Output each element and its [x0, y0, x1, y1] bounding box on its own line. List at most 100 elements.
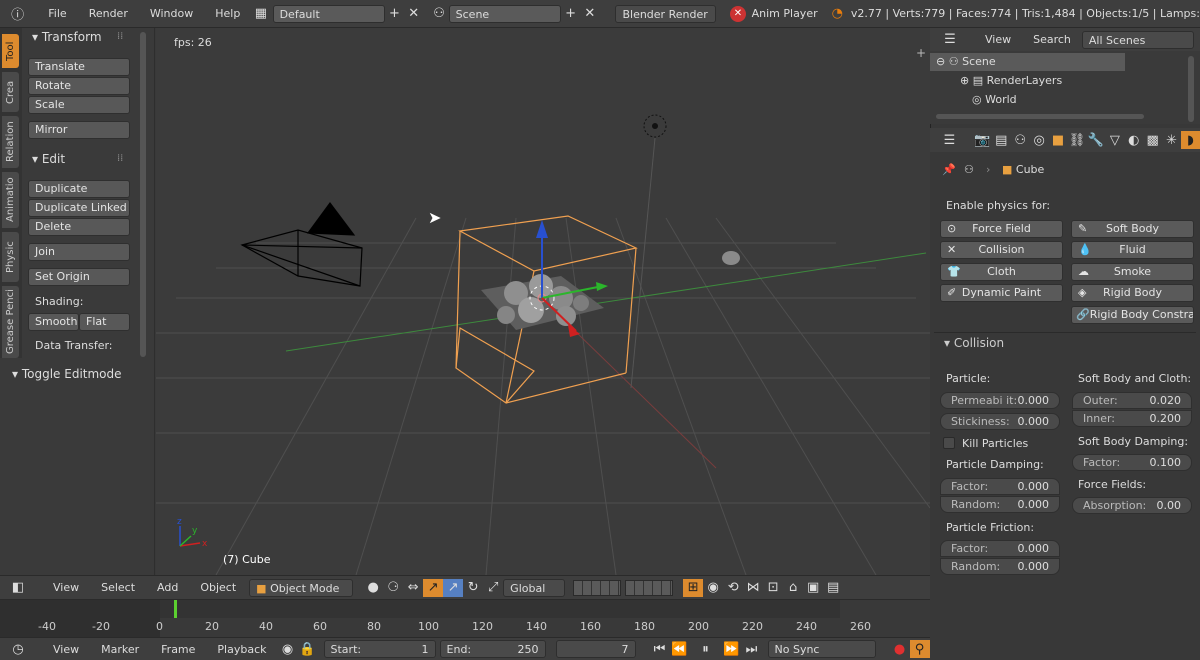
join-button[interactable]: Join: [28, 243, 130, 261]
jump-keyframe-back-icon[interactable]: ⏪: [670, 640, 690, 658]
timeline-editor-icon[interactable]: ◷: [8, 640, 28, 658]
translate-button[interactable]: Translate: [28, 58, 130, 76]
menu-frame[interactable]: Frame: [150, 643, 206, 656]
duplicate-button[interactable]: Duplicate: [28, 180, 130, 198]
arrow-manipulator-icon[interactable]: ↗: [443, 578, 464, 597]
scene-tab-icon[interactable]: ⚇: [1011, 131, 1030, 149]
sync-dropdown[interactable]: No Sync: [767, 640, 876, 658]
absorption-field[interactable]: Absorption: 0.00: [1072, 497, 1192, 514]
dynamic-paint-button[interactable]: ✐ Dynamic Paint: [940, 284, 1063, 302]
collision-panel-header[interactable]: ▾ Collision: [944, 336, 1004, 350]
3d-viewport[interactable]: z y x fps: 26 (7) Cube ➤ +: [156, 28, 930, 575]
tab-grease-pencil[interactable]: Grease Penci: [2, 286, 19, 358]
toggle-editmode-header[interactable]: ▾ Toggle Editmode: [12, 367, 122, 381]
outliner-row-scene[interactable]: ⊖ ⚇ Scene: [930, 53, 1125, 71]
pause-icon[interactable]: ⏸: [696, 640, 716, 658]
sb-damping-factor-field[interactable]: Factor: 0.100: [1072, 454, 1192, 471]
render-layers-tab-icon[interactable]: ▤: [992, 131, 1011, 149]
stop-anim-icon[interactable]: ✕: [730, 5, 746, 22]
menu-help[interactable]: Help: [204, 7, 251, 20]
data-tab-icon[interactable]: ▽: [1105, 131, 1124, 149]
layers-grid[interactable]: [573, 579, 622, 596]
add-region-icon[interactable]: +: [916, 46, 926, 60]
cloth-button[interactable]: 👕 Cloth: [940, 263, 1063, 281]
outliner-hscrollbar[interactable]: [936, 114, 1144, 119]
sphere-object[interactable]: [722, 251, 740, 265]
scale-button[interactable]: Scale: [28, 96, 130, 114]
outliner-scrollbar[interactable]: [1188, 56, 1194, 122]
damping-factor-field[interactable]: Factor: 0.000: [940, 478, 1060, 495]
pin-icon[interactable]: 📌: [942, 163, 956, 176]
add-layout-icon[interactable]: +: [385, 5, 404, 23]
tab-tool[interactable]: Tool: [2, 34, 19, 68]
smoke-button[interactable]: ☁ Smoke: [1071, 263, 1194, 281]
tab-relation[interactable]: Relation: [2, 116, 19, 168]
orientation-dropdown[interactable]: Global: [503, 578, 566, 597]
outliner-row-renderlayers[interactable]: ⊕ ▤ RenderLayers: [930, 72, 1185, 90]
outer-field[interactable]: Outer: 0.020: [1072, 392, 1192, 409]
keying-icon[interactable]: ⚲: [909, 640, 930, 658]
outliner-row-world[interactable]: ◎ World: [930, 91, 1185, 109]
menu-marker[interactable]: Marker: [90, 643, 150, 656]
tool-shelf-scrollbar[interactable]: [140, 32, 146, 357]
menu-playback[interactable]: Playback: [206, 643, 277, 656]
friction-factor-field[interactable]: Factor: 0.000: [940, 540, 1060, 557]
menu-view[interactable]: View: [42, 643, 90, 656]
start-frame-field[interactable]: Start: 1: [323, 640, 436, 658]
set-origin-dropdown[interactable]: Set Origin: [28, 268, 130, 286]
material-tab-icon[interactable]: ◐: [1124, 131, 1143, 149]
stickiness-field[interactable]: Stickiness: 0.000: [940, 413, 1060, 430]
drag-grip-icon[interactable]: ⁞⁞: [117, 153, 123, 164]
opengl-anim-icon[interactable]: ▤: [823, 579, 843, 597]
lock-icon[interactable]: 🔒: [298, 640, 318, 658]
rotate-manipulator-icon[interactable]: ↻: [463, 579, 483, 597]
friction-random-field[interactable]: Random: 0.000: [940, 558, 1060, 575]
info-icon[interactable]: ⓘ: [8, 5, 27, 23]
damping-random-field[interactable]: Random: 0.000: [940, 496, 1060, 513]
particles-tab-icon[interactable]: ✳: [1162, 131, 1181, 149]
tab-create[interactable]: Crea: [2, 72, 19, 112]
end-frame-field[interactable]: End: 250: [439, 640, 546, 658]
permeability-field[interactable]: Permeabi it: 0.000: [940, 392, 1060, 409]
remove-layout-icon[interactable]: ✕: [404, 5, 423, 23]
inner-field[interactable]: Inner: 0.200: [1072, 410, 1192, 427]
force-field-button[interactable]: ⊙ Force Field: [940, 220, 1063, 238]
render-tab-icon[interactable]: 📷: [973, 131, 992, 149]
current-frame-field[interactable]: 7: [555, 640, 636, 658]
mirror-button[interactable]: Mirror: [28, 121, 130, 139]
fluid-button[interactable]: 💧 Fluid: [1071, 241, 1194, 259]
editor-type-icon[interactable]: ◧: [8, 579, 28, 597]
delete-button[interactable]: Delete: [28, 218, 130, 236]
snap-target-icon[interactable]: ⊡: [763, 579, 783, 597]
camera-object[interactable]: [240, 201, 363, 287]
remove-scene-icon[interactable]: ✕: [580, 5, 599, 23]
display-mode-dropdown[interactable]: All Scenes: [1081, 30, 1194, 49]
tab-animation[interactable]: Animatio: [2, 172, 19, 228]
scale-manipulator-icon[interactable]: ⤢: [483, 579, 503, 597]
menu-view[interactable]: View: [42, 581, 90, 594]
menu-render[interactable]: Render: [78, 7, 139, 20]
world-tab-icon[interactable]: ◎: [1030, 131, 1049, 149]
texture-tab-icon[interactable]: ▩: [1143, 131, 1162, 149]
lock-layers-icon[interactable]: ⊞: [683, 578, 704, 597]
soft-body-button[interactable]: ✎ Soft Body: [1071, 220, 1194, 238]
duplicate-linked-button[interactable]: Duplicate Linked: [28, 199, 130, 217]
opengl-render-icon[interactable]: ▣: [803, 579, 823, 597]
tab-physics[interactable]: Physic: [2, 232, 19, 282]
pivot-point-icon[interactable]: ⚆: [383, 579, 403, 597]
rigid-body-constraint-button[interactable]: 🔗Rigid Body Constrai...: [1071, 306, 1194, 324]
screen-layout-icon[interactable]: ▦: [251, 5, 270, 23]
menu-window[interactable]: Window: [139, 7, 204, 20]
menu-search[interactable]: Search: [1022, 33, 1082, 46]
render-engine-dropdown[interactable]: Blender Render: [615, 4, 717, 23]
timeline-area[interactable]: [0, 599, 930, 638]
scene-dropdown[interactable]: Scene: [448, 4, 561, 23]
record-icon[interactable]: ●: [890, 640, 910, 658]
mode-dropdown[interactable]: ■ Object Mode: [249, 578, 354, 597]
proportional-edit-icon[interactable]: ◉: [703, 579, 723, 597]
add-scene-icon[interactable]: +: [561, 5, 580, 23]
layers-grid[interactable]: [625, 579, 674, 596]
properties-editor-icon[interactable]: ☰: [940, 131, 959, 149]
render-preview-icon[interactable]: ⌂: [783, 579, 803, 597]
object-tab-icon[interactable]: ■: [1049, 131, 1068, 149]
